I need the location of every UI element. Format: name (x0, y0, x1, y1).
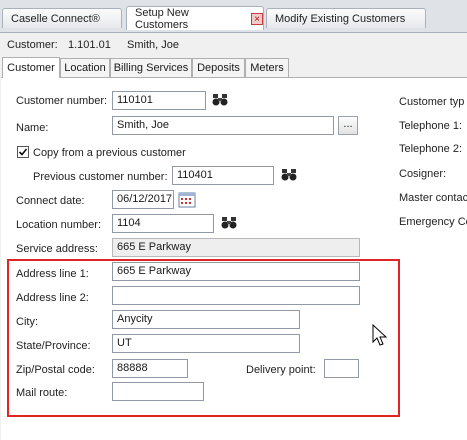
doc-tab-label: Modify Existing Customers (275, 12, 406, 25)
zip-field[interactable]: 88888 (112, 359, 188, 378)
tab-label: Customer (7, 62, 55, 74)
customer-header-label: Customer: (7, 39, 58, 51)
address-line-1-label: Address line 1: (16, 268, 89, 280)
service-address-field: 665 E Parkway (112, 238, 360, 257)
tab-label: Billing Services (113, 62, 189, 74)
address-line-2-field[interactable] (112, 286, 360, 305)
delivery-point-field[interactable] (324, 359, 359, 378)
name-label: Name: (16, 122, 49, 134)
doc-tab-modify-existing-customers[interactable]: Modify Existing Customers (266, 8, 426, 28)
doc-tab-label: Caselle Connect® (11, 12, 100, 25)
master-contact-label: Master contac (399, 192, 467, 204)
tab-label: Meters (250, 62, 284, 74)
customer-header-id: 1.101.01 (68, 39, 111, 51)
location-number-field[interactable]: 1104 (112, 214, 214, 233)
binoculars-icon[interactable] (220, 214, 238, 232)
binoculars-icon[interactable] (211, 91, 229, 109)
doc-tab-caselle-connect[interactable]: Caselle Connect® (2, 8, 122, 28)
tab-label: Location (64, 62, 106, 74)
mail-route-field[interactable] (112, 382, 204, 401)
previous-customer-field[interactable]: 110401 (172, 166, 274, 185)
copy-previous-label: Copy from a previous customer (33, 147, 186, 159)
telephone-2-label: Telephone 2: (399, 143, 462, 155)
state-field[interactable]: UT (112, 334, 300, 353)
previous-customer-label: Previous customer number: (33, 171, 168, 183)
city-field[interactable]: Anycity (112, 310, 300, 329)
emergency-contact-label: Emergency Co (399, 216, 467, 228)
tab-billing-services[interactable]: Billing Services (110, 58, 192, 77)
connect-date-label: Connect date: (16, 195, 85, 207)
doc-tab-label: Setup New Customers (135, 6, 189, 31)
tab-label: Deposits (197, 62, 240, 74)
tab-deposits[interactable]: Deposits (192, 58, 245, 77)
address-line-1-field[interactable]: 665 E Parkway (112, 262, 360, 281)
customer-type-label: Customer typ (399, 96, 465, 108)
zip-label: Zip/Postal code: (16, 364, 95, 376)
binoculars-icon[interactable] (280, 166, 298, 184)
tab-location[interactable]: Location (60, 58, 110, 77)
customer-header-name: Smith, Joe (127, 39, 179, 51)
location-number-label: Location number: (16, 219, 101, 231)
close-icon[interactable]: × (251, 12, 263, 25)
doc-tab-setup-new-customers[interactable]: Setup New Customers × (126, 6, 264, 31)
city-label: City: (16, 316, 38, 328)
customer-number-field[interactable]: 110101 (112, 91, 206, 110)
address-line-2-label: Address line 2: (16, 292, 89, 304)
mail-route-label: Mail route: (16, 387, 68, 399)
cosigner-label: Cosigner: (399, 168, 447, 180)
service-address-label: Service address: (16, 243, 98, 255)
calendar-icon[interactable] (178, 191, 196, 208)
customer-number-label: Customer number: (16, 95, 108, 107)
delivery-point-label: Delivery point: (246, 364, 316, 376)
tab-customer[interactable]: Customer (2, 57, 60, 78)
mouse-cursor-icon (372, 323, 388, 348)
telephone-1-label: Telephone 1: (399, 120, 462, 132)
connect-date-field[interactable]: 06/12/2017 (112, 190, 174, 209)
name-lookup-button[interactable]: ... (338, 116, 358, 135)
copy-previous-checkbox[interactable] (17, 146, 29, 158)
state-label: State/Province: (16, 340, 91, 352)
tab-meters[interactable]: Meters (245, 58, 289, 77)
name-field[interactable]: Smith, Joe (112, 116, 334, 135)
